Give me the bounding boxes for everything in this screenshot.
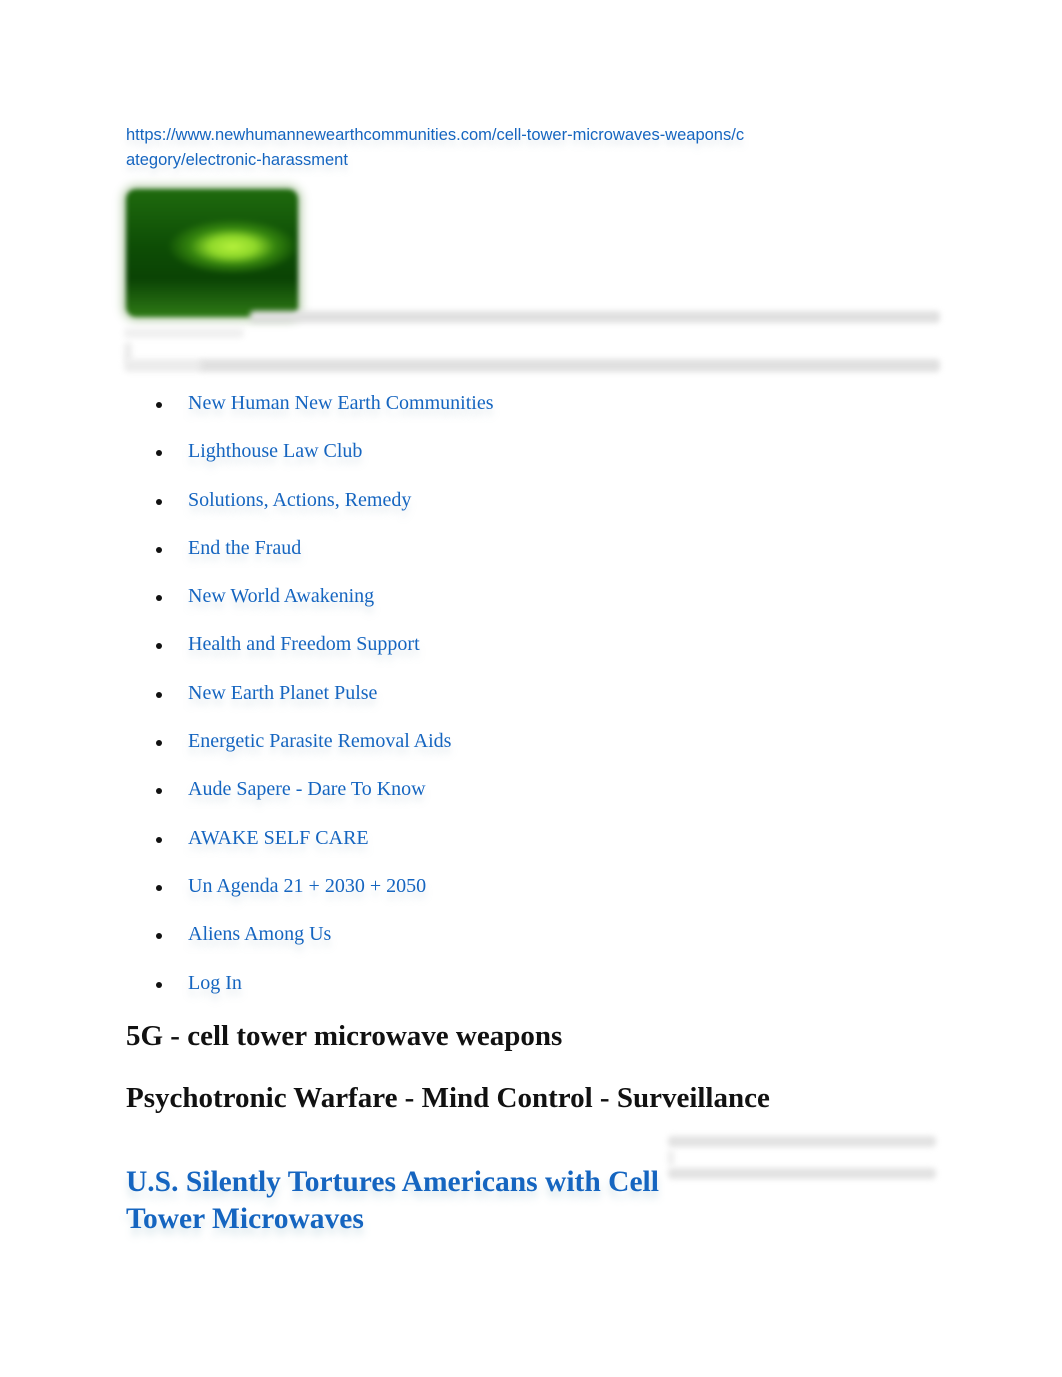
bullet-icon bbox=[156, 402, 162, 408]
bullet-icon bbox=[156, 933, 162, 940]
blurred-header-bar bbox=[250, 311, 940, 323]
nav-link-energetic-parasite-removal-aids[interactable]: Energetic Parasite Removal Aids bbox=[188, 728, 451, 754]
category-heading: 5G - cell tower microwave weapons bbox=[126, 1020, 563, 1052]
bullet-icon bbox=[156, 788, 162, 795]
nav-link-awake-self-care[interactable]: AWAKE SELF CARE bbox=[188, 825, 369, 851]
blurred-sidebar-bar bbox=[668, 1136, 936, 1147]
blurred-sidebar-bar bbox=[668, 1168, 936, 1179]
blurred-sidebar-fragment bbox=[668, 1150, 674, 1166]
bullet-icon bbox=[156, 884, 162, 891]
bullet-icon bbox=[156, 836, 162, 843]
nav-link-aliens-among-us[interactable]: Aliens Among Us bbox=[188, 921, 331, 947]
blurred-text-fragment bbox=[124, 328, 244, 338]
article-title-link[interactable]: U.S. Silently Tortures Americans with Ce… bbox=[126, 1164, 666, 1238]
nav-link-new-world-awakening[interactable]: New World Awakening bbox=[188, 583, 374, 609]
bullet-icon bbox=[156, 595, 162, 602]
nav-link-new-human-new-earth-communities[interactable]: New Human New Earth Communities bbox=[188, 390, 494, 416]
nav-link-log-in[interactable]: Log In bbox=[188, 970, 242, 996]
nav-link-health-and-freedom-support[interactable]: Health and Freedom Support bbox=[188, 631, 420, 657]
nav-link-aude-sapere[interactable]: Aude Sapere - Dare To Know bbox=[188, 776, 426, 802]
bullet-icon bbox=[156, 498, 162, 505]
nav-link-un-agenda[interactable]: Un Agenda 21 + 2030 + 2050 bbox=[188, 873, 426, 899]
blurred-text-fragment bbox=[124, 359, 204, 372]
document-page: https://www.newhumannewearthcommunities.… bbox=[0, 0, 1062, 1377]
nav-link-end-the-fraud[interactable]: End the Fraud bbox=[188, 535, 301, 561]
nav-link-lighthouse-law-club[interactable]: Lighthouse Law Club bbox=[188, 438, 362, 464]
bullet-icon bbox=[156, 546, 162, 553]
nav-link-new-earth-planet-pulse[interactable]: New Earth Planet Pulse bbox=[188, 680, 377, 706]
blurred-header-bar bbox=[200, 359, 940, 372]
bullet-icon bbox=[156, 691, 162, 698]
source-url-link[interactable]: https://www.newhumannewearthcommunities.… bbox=[126, 123, 746, 173]
bullet-icon bbox=[156, 740, 162, 747]
site-logo-image[interactable] bbox=[126, 189, 298, 317]
subtitle-heading: Psychotronic Warfare - Mind Control - Su… bbox=[126, 1082, 770, 1114]
bullet-icon bbox=[156, 450, 162, 457]
bullet-icon bbox=[156, 643, 162, 650]
nav-link-solutions-actions-remedy[interactable]: Solutions, Actions, Remedy bbox=[188, 487, 411, 513]
bullet-icon bbox=[156, 981, 162, 988]
